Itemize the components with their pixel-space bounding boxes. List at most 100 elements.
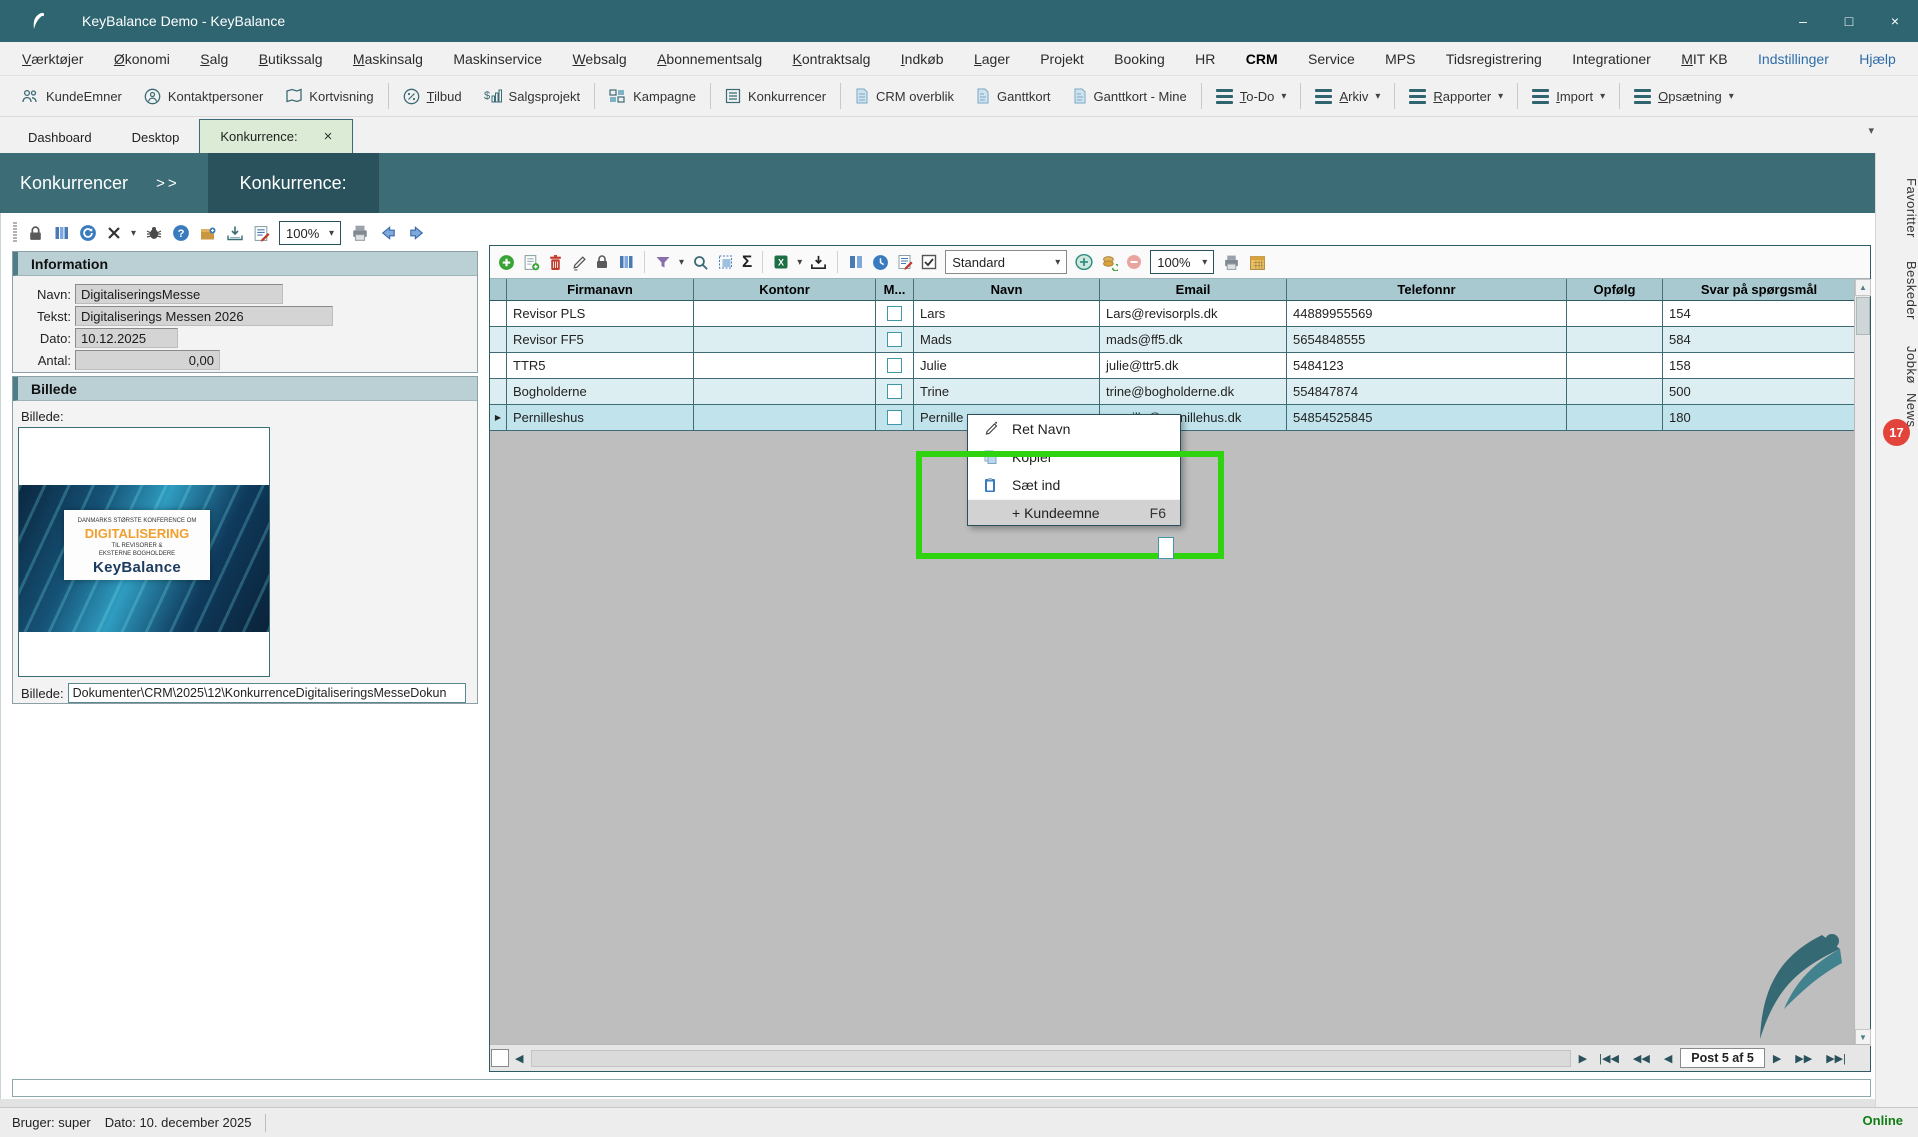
chevron-down-icon[interactable]: ▾ <box>797 257 802 268</box>
scroll-left-icon[interactable]: ◀ <box>509 1052 529 1065</box>
toolbar-kontaktpersoner[interactable]: Kontaktpersoner <box>133 76 274 117</box>
sum-icon[interactable]: Σ <box>742 252 752 272</box>
lock-icon[interactable] <box>594 254 610 270</box>
edit-notes-icon[interactable] <box>253 225 270 242</box>
column-header-email[interactable]: Email <box>1100 279 1287 301</box>
fast-prev-button[interactable]: ◀◀ <box>1627 1052 1656 1065</box>
horizontal-scrollbar[interactable] <box>531 1050 1570 1067</box>
menu-okonomi[interactable]: Økonomi <box>114 51 170 67</box>
checkbox[interactable] <box>887 384 902 399</box>
last-record-button[interactable]: ▶▶| <box>1820 1052 1852 1065</box>
checkbox[interactable] <box>887 306 902 321</box>
menu-booking[interactable]: Booking <box>1114 51 1165 67</box>
next-record-button[interactable]: ▶ <box>1767 1052 1787 1065</box>
help-icon[interactable]: ? <box>172 224 190 242</box>
toolbar-salgsprojekt[interactable]: $ Salgsprojekt <box>473 76 592 117</box>
menu-kontraktsalg[interactable]: Kontraktsalg <box>793 51 871 67</box>
table-row[interactable]: TTR5 Julie julie@ttr5.dk 5484123 158 <box>490 353 1856 379</box>
chevron-down-icon[interactable]: ▾ <box>679 257 684 268</box>
cut-icon[interactable] <box>106 225 122 241</box>
print-icon[interactable] <box>1222 254 1241 271</box>
table-row[interactable]: Bogholderne Trine trine@bogholderne.dk 5… <box>490 379 1856 405</box>
maximize-button[interactable]: □ <box>1826 0 1872 42</box>
close-button[interactable]: × <box>1872 0 1918 42</box>
previous-arrow-icon[interactable] <box>379 225 398 241</box>
table-row[interactable]: Revisor FF5 Mads mads@ff5.dk 5654848555 … <box>490 327 1856 353</box>
tab-konkurrence[interactable]: Konkurrence: × <box>199 119 353 153</box>
sidebar-item-favoritter[interactable]: Favoritter <box>1876 163 1918 253</box>
tab-dashboard[interactable]: Dashboard <box>8 121 112 153</box>
checkbox[interactable] <box>887 410 902 425</box>
column-header-navn[interactable]: Navn <box>914 279 1100 301</box>
toolbar-kampagne[interactable]: Kampagne <box>598 76 707 117</box>
toolbar-rapporter[interactable]: Rapporter ▾ <box>1398 76 1514 117</box>
scroll-up-icon[interactable]: ▲ <box>1855 279 1871 296</box>
minimize-button[interactable]: – <box>1780 0 1826 42</box>
menu-maskinsalg[interactable]: Maskinsalg <box>353 51 423 67</box>
menu-abonnementsalg[interactable]: Abonnementsalg <box>657 51 762 67</box>
menu-maskinservice[interactable]: Maskinservice <box>453 51 542 67</box>
column-header-svar[interactable]: Svar på spørgsmål <box>1663 279 1856 301</box>
first-record-button[interactable]: |◀◀ <box>1593 1052 1625 1065</box>
scroll-right-icon[interactable]: ▶ <box>1573 1052 1593 1065</box>
toolbar-todo[interactable]: To-Do ▾ <box>1205 76 1298 117</box>
table-row[interactable]: Revisor PLS Lars Lars@revisorpls.dk 4488… <box>490 301 1856 327</box>
close-tab-icon[interactable]: × <box>324 128 333 145</box>
select-region-icon[interactable] <box>717 254 734 270</box>
toolbar-tilbud[interactable]: Tilbud <box>392 76 473 117</box>
toolbar-crm-overblik[interactable]: CRM overblik <box>844 76 965 117</box>
toolbar-opsaetning[interactable]: Opsætning ▾ <box>1623 76 1745 117</box>
toolbar-ganttkort[interactable]: Ganttkort <box>965 76 1061 117</box>
toolbar-arkiv[interactable]: Arkiv ▾ <box>1304 76 1391 117</box>
menu-hr[interactable]: HR <box>1195 51 1215 67</box>
refresh-icon[interactable] <box>79 224 97 242</box>
chevron-down-icon[interactable]: ▾ <box>131 228 136 239</box>
menu-vaerktojer[interactable]: Værktøjer <box>22 51 83 67</box>
filter-icon[interactable] <box>655 255 671 270</box>
menu-tidsregistrering[interactable]: Tidsregistrering <box>1446 51 1542 67</box>
grip-handle[interactable] <box>12 222 18 244</box>
next-arrow-icon[interactable] <box>407 225 426 241</box>
import-download-icon[interactable] <box>226 225 244 242</box>
menu-mit-kb[interactable]: MIT KB <box>1681 51 1727 67</box>
excel-export-icon[interactable]: X <box>773 254 789 270</box>
checkbox[interactable] <box>887 358 902 373</box>
coins-icon[interactable] <box>1101 254 1118 271</box>
expand-icon[interactable] <box>1075 253 1093 271</box>
menu-indkob[interactable]: Indkøb <box>901 51 944 67</box>
menu-integrationer[interactable]: Integrationer <box>1572 51 1651 67</box>
package-icon[interactable] <box>199 225 217 242</box>
antal-field[interactable]: 0,00 <box>75 350 220 370</box>
tab-overflow-icon[interactable]: ▾ <box>1868 124 1874 137</box>
grid-zoom-select[interactable]: 100% ▾ <box>1150 250 1214 274</box>
prev-record-button[interactable]: ◀ <box>1658 1052 1678 1065</box>
image-path-field[interactable]: Dokumenter\CRM\2025\12\KonkurrenceDigita… <box>68 683 466 703</box>
column-header-telefonnr[interactable]: Telefonnr <box>1287 279 1567 301</box>
sidebar-item-jobko[interactable]: Jobkø <box>1876 335 1918 395</box>
sidebar-item-beskeder[interactable]: Beskeder <box>1876 248 1918 333</box>
menu-service[interactable]: Service <box>1308 51 1355 67</box>
print-icon[interactable] <box>350 224 370 242</box>
tab-desktop[interactable]: Desktop <box>112 121 200 153</box>
edit-layout-icon[interactable] <box>897 254 913 270</box>
zoom-select[interactable]: 100% ▾ <box>279 221 341 245</box>
column-header-firmanavn[interactable]: Firmanavn <box>507 279 694 301</box>
fast-next-button[interactable]: ▶▶ <box>1789 1052 1818 1065</box>
menu-crm[interactable]: CRM <box>1246 51 1278 67</box>
debug-bug-icon[interactable] <box>145 225 163 241</box>
column-header-m[interactable]: M... <box>876 279 914 301</box>
toolbar-kortvisning[interactable]: Kortvisning <box>274 76 384 117</box>
collapse-icon[interactable] <box>1126 254 1142 270</box>
breadcrumb-parent[interactable]: Konkurrencer <box>20 173 128 194</box>
columns-icon[interactable] <box>618 254 634 270</box>
tekst-field[interactable]: Digitaliserings Messen 2026 <box>75 306 333 326</box>
add-record-icon[interactable] <box>523 254 540 271</box>
column-header-opfolg[interactable]: Opfølg <box>1567 279 1663 301</box>
checkbox[interactable] <box>887 332 902 347</box>
notification-badge[interactable]: 17 <box>1883 419 1910 446</box>
history-clock-icon[interactable] <box>872 254 889 271</box>
menu-hjaelp[interactable]: Hjælp <box>1859 51 1896 67</box>
checked-checkbox-icon[interactable] <box>921 254 937 270</box>
menu-projekt[interactable]: Projekt <box>1040 51 1084 67</box>
menu-mps[interactable]: MPS <box>1385 51 1415 67</box>
